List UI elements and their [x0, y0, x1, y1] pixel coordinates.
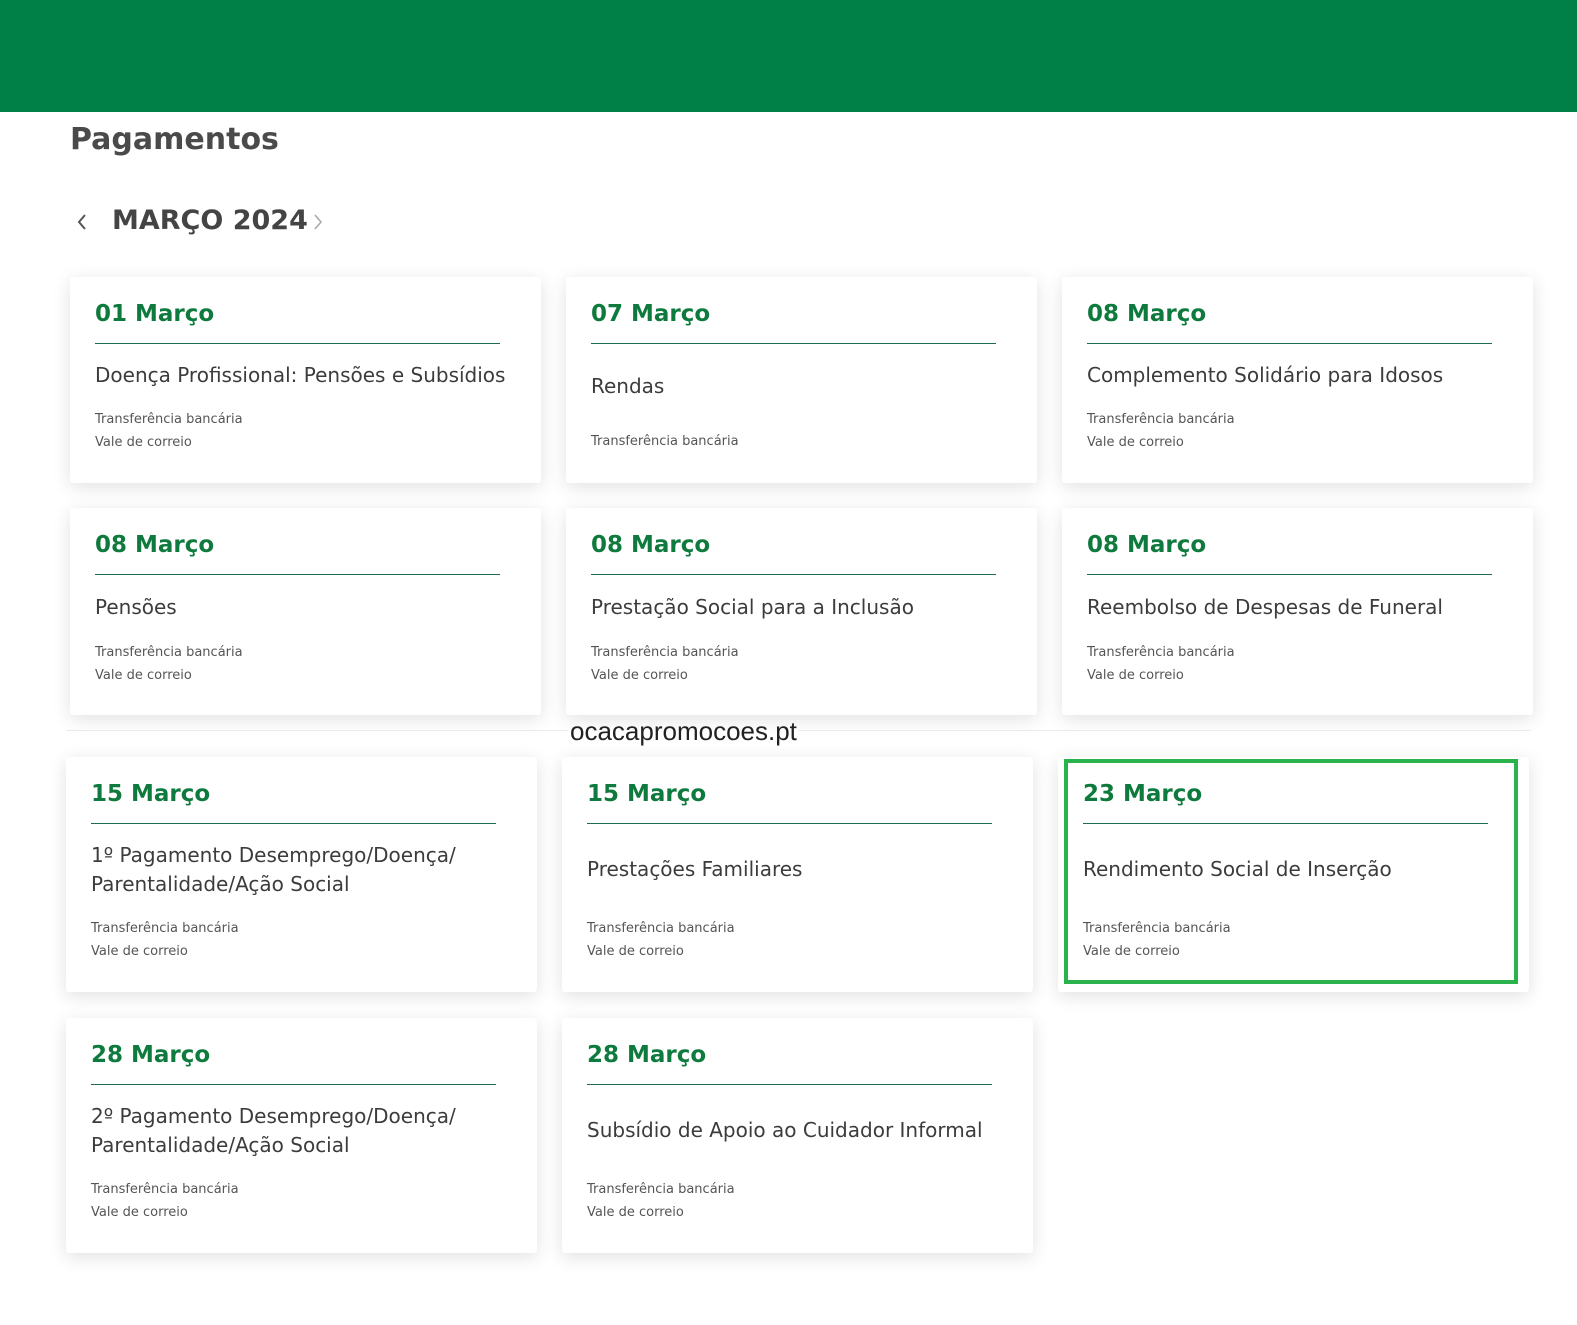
payment-card[interactable]: 08 Março Prestação Social para a Inclusão…	[566, 508, 1037, 715]
payment-card[interactable]: 08 Março Pensões Transferência bancária Val…	[70, 508, 541, 715]
payment-card[interactable]: 08 Março Reembolso de Despesas de Funeral…	[1062, 508, 1533, 715]
payment-methods: Transferência bancária Vale de correio	[1087, 641, 1533, 687]
card-title-area: Prestações Familiares	[587, 824, 1007, 915]
payment-date: 01 Março	[95, 301, 215, 327]
payment-date: 15 Março	[91, 781, 211, 807]
payment-date: 15 Março	[587, 781, 707, 807]
card-title-area: Doença Profissional: Pensões e Subsídios	[95, 344, 515, 406]
current-month-label: MARÇO 2024	[112, 205, 308, 236]
payment-date: 07 Março	[591, 301, 711, 327]
payment-method: Vale de correio	[587, 1205, 684, 1220]
chevron-left-icon[interactable]	[68, 204, 96, 240]
payment-method: Vale de correio	[1083, 944, 1180, 959]
payment-method: Vale de correio	[95, 668, 192, 683]
payment-method: Vale de correio	[1087, 435, 1184, 450]
payment-date: 23 Março	[1083, 781, 1203, 807]
payment-method: Transferência bancária	[587, 921, 735, 936]
card-title-area: Reembolso de Despesas de Funeral	[1087, 575, 1507, 639]
payment-method: Transferência bancária	[1083, 921, 1231, 936]
payment-card[interactable]: 28 Março 2º Pagamento Desemprego/Doença/ …	[66, 1018, 537, 1253]
payment-benefit-title: Complemento Solidário para Idosos	[1087, 362, 1444, 387]
payment-card[interactable]: 15 Março Prestações Familiares Transferênc…	[562, 757, 1033, 992]
card-title-area: Pensões	[95, 575, 515, 639]
payment-method: Vale de correio	[587, 944, 684, 959]
payment-card[interactable]: 07 Março Rendas Transferência bancária	[566, 277, 1037, 483]
payment-card[interactable]: 15 Março 1º Pagamento Desemprego/Doença/ …	[66, 757, 537, 992]
payment-date: 08 Março	[1087, 301, 1207, 327]
payment-date: 08 Março	[95, 532, 215, 558]
payment-methods: Transferência bancária Vale de correio	[95, 408, 541, 454]
payment-card[interactable]: 28 Março Subsídio de Apoio ao Cuidador In…	[562, 1018, 1033, 1253]
payment-card[interactable]: 01 Março Doença Profissional: Pensões e S…	[70, 277, 541, 483]
page-title: Pagamentos	[70, 122, 279, 157]
payment-method: Vale de correio	[91, 1205, 188, 1220]
payment-method: Transferência bancária	[91, 921, 239, 936]
payment-benefit-title: Subsídio de Apoio ao Cuidador Informal	[587, 1118, 983, 1142]
payment-benefit-title: 1º Pagamento Desemprego/Doença/ Parental…	[91, 842, 456, 896]
payment-card[interactable]: 23 Março Rendimento Social de Inserção Tra…	[1058, 757, 1529, 992]
payment-methods: Transferência bancária Vale de correio	[587, 917, 1033, 963]
payment-methods: Transferência bancária Vale de correio	[91, 917, 537, 963]
payment-methods: Transferência bancária Vale de correio	[1087, 408, 1533, 454]
payment-benefit-title: Doença Profissional: Pensões e Subsídios	[95, 362, 506, 387]
payment-methods: Transferência bancária Vale de correio	[95, 641, 541, 687]
payment-card[interactable]: 08 Março Complemento Solidário para Idoso…	[1062, 277, 1533, 483]
payment-method: Vale de correio	[1087, 668, 1184, 683]
card-title-area: Subsídio de Apoio ao Cuidador Informal	[587, 1085, 1007, 1176]
payment-date: 28 Março	[587, 1042, 707, 1068]
payment-benefit-title: Prestação Social para a Inclusão	[591, 594, 914, 619]
month-navigator: MARÇO 2024	[70, 200, 370, 246]
card-title-area: 2º Pagamento Desemprego/Doença/ Parental…	[91, 1085, 511, 1176]
payment-methods: Transferência bancária Vale de correio	[587, 1178, 1033, 1224]
card-title-area: Rendimento Social de Inserção	[1083, 824, 1503, 915]
payment-benefit-title: 2º Pagamento Desemprego/Doença/ Parental…	[91, 1103, 456, 1157]
payment-method: Transferência bancária	[591, 434, 739, 449]
top-header-bar	[0, 0, 1577, 112]
payment-method: Transferência bancária	[95, 645, 243, 660]
payment-benefit-title: Rendas	[591, 373, 665, 398]
payment-method: Transferência bancária	[1087, 645, 1235, 660]
watermark-text: ocacapromocoes.pt	[568, 716, 799, 747]
payment-date: 08 Março	[591, 532, 711, 558]
card-title-area: Complemento Solidário para Idosos	[1087, 344, 1507, 406]
payment-benefit-title: Reembolso de Despesas de Funeral	[1087, 594, 1443, 619]
card-title-area: 1º Pagamento Desemprego/Doença/ Parental…	[91, 824, 511, 915]
payment-methods: Transferência bancária Vale de correio	[91, 1178, 537, 1224]
payment-method: Transferência bancária	[587, 1182, 735, 1197]
payment-benefit-title: Rendimento Social de Inserção	[1083, 857, 1392, 881]
chevron-right-icon[interactable]	[304, 204, 332, 240]
payment-date: 28 Março	[91, 1042, 211, 1068]
payment-method: Transferência bancária	[1087, 412, 1235, 427]
payment-methods: Transferência bancária Vale de correio	[591, 641, 1037, 687]
payment-method: Vale de correio	[91, 944, 188, 959]
payment-date: 08 Março	[1087, 532, 1207, 558]
payment-benefit-title: Pensões	[95, 594, 177, 619]
payment-method: Vale de correio	[95, 435, 192, 450]
payment-method: Transferência bancária	[591, 645, 739, 660]
payment-benefit-title: Prestações Familiares	[587, 857, 803, 881]
payment-method: Transferência bancária	[91, 1182, 239, 1197]
card-title-area: Rendas	[591, 344, 1011, 428]
card-title-area: Prestação Social para a Inclusão	[591, 575, 1011, 639]
payment-method: Vale de correio	[591, 668, 688, 683]
payment-method: Transferência bancária	[95, 412, 243, 427]
payment-methods: Transferência bancária	[591, 430, 1037, 453]
payment-methods: Transferência bancária Vale de correio	[1083, 917, 1529, 963]
